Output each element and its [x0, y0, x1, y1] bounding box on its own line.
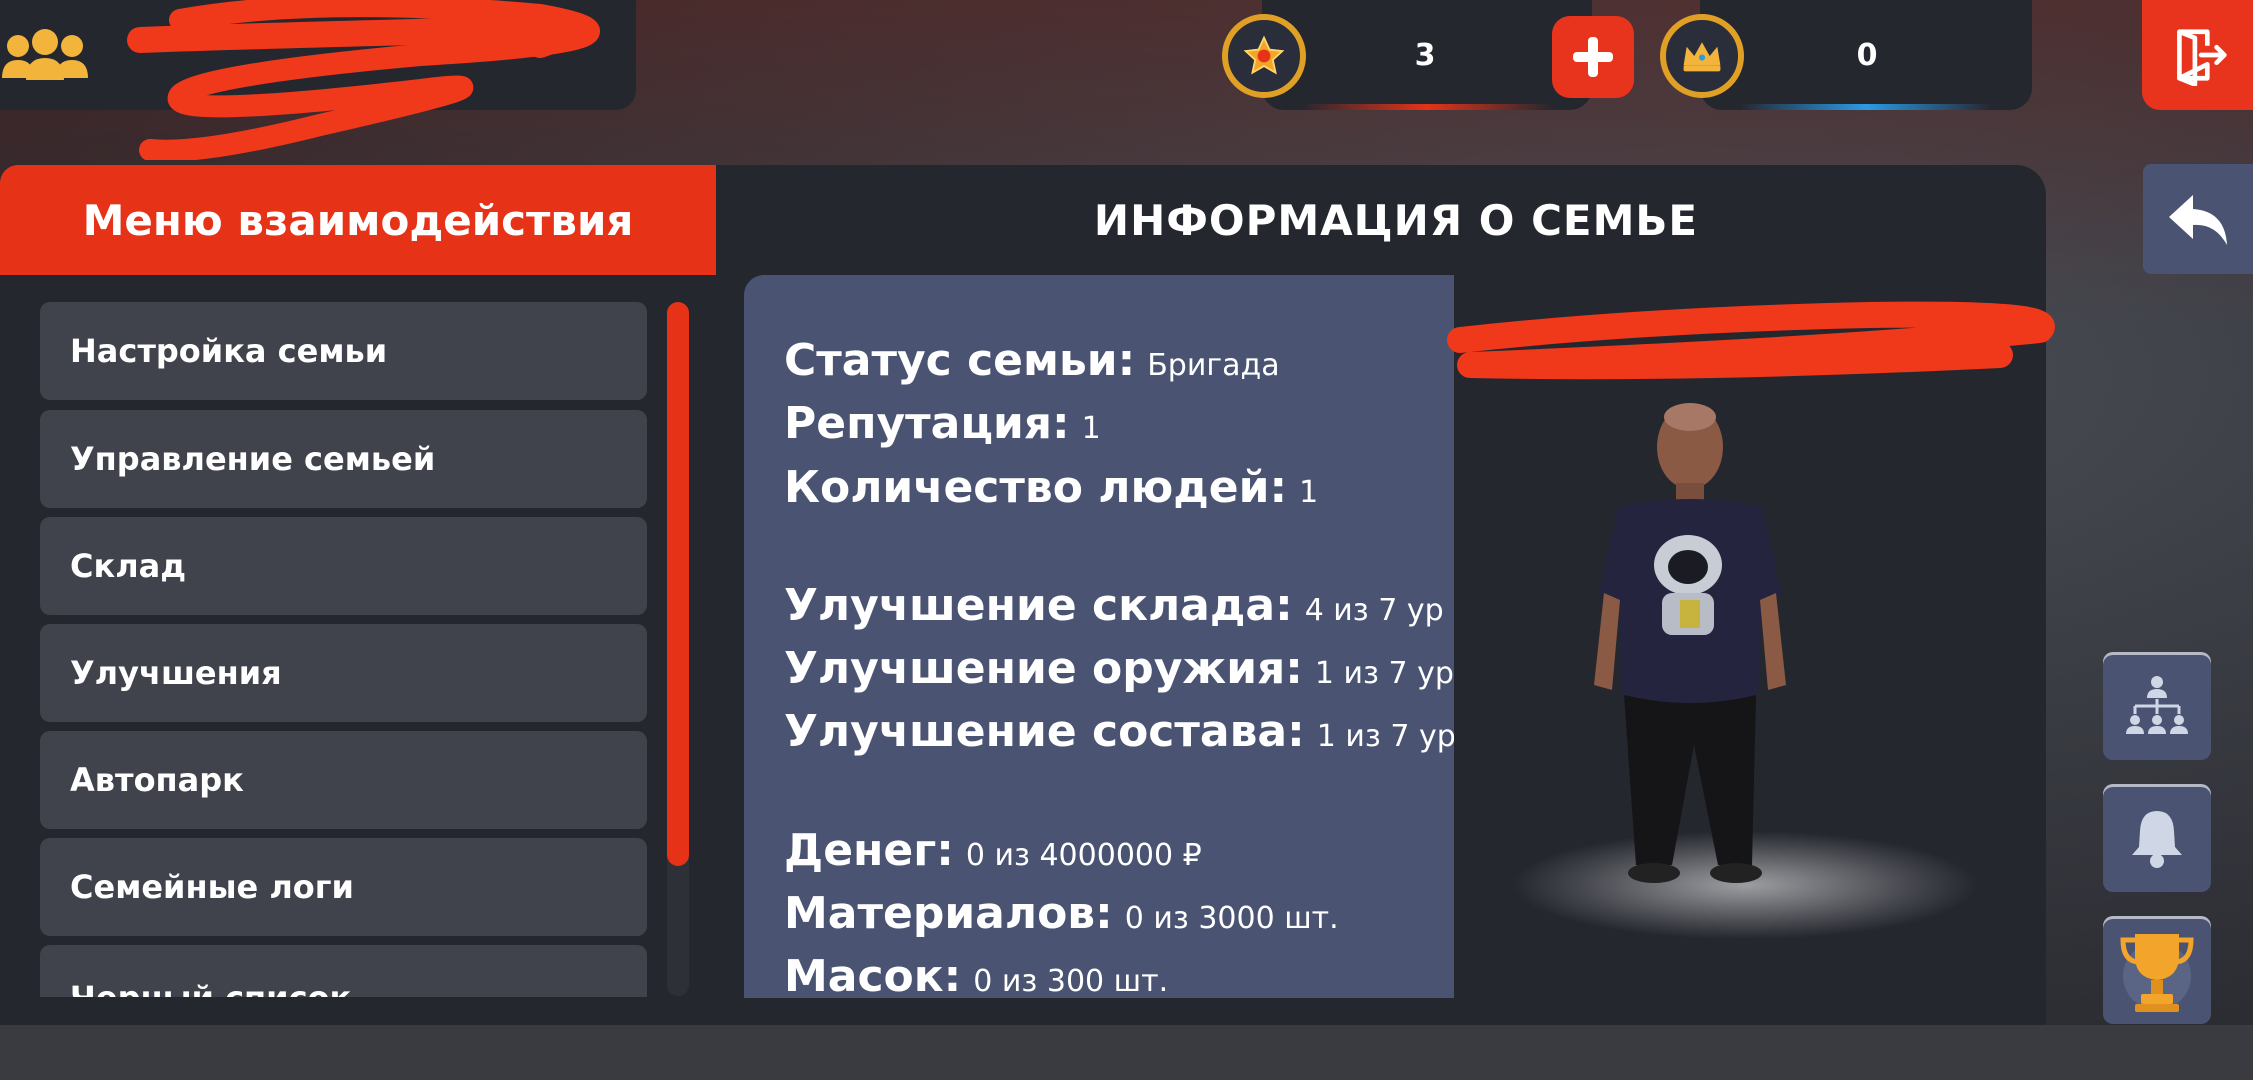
status-row: Статус семьи: Бригада	[784, 335, 1280, 386]
menu-item-family-management[interactable]: Управление семьей	[40, 410, 647, 508]
plus-icon	[1573, 37, 1613, 77]
money-row: Денег: 0 из 4000000 ₽	[784, 825, 1202, 876]
crowns-value: 0	[1856, 38, 1878, 73]
menu-item-upgrades[interactable]: Улучшения	[40, 624, 647, 722]
masks-row: Масок: 0 из 300 шт.	[784, 951, 1168, 998]
storage-upgrade-value: 4 из 7 ур	[1304, 593, 1444, 628]
menu-item-blacklist[interactable]: Черный список	[40, 945, 647, 997]
reputation-label: Репутация:	[784, 398, 1070, 449]
back-arrow-icon	[2169, 195, 2227, 245]
reputation-row: Репутация: 1	[784, 398, 1101, 449]
people-value: 1	[1299, 475, 1319, 510]
masks-label: Масок:	[784, 951, 962, 998]
star-icon	[1222, 14, 1306, 98]
people-label: Количество людей:	[784, 462, 1288, 513]
menu-item-clip: Черный список	[40, 945, 647, 997]
squad-upgrade-row: Улучшение состава: 1 из 7 ур	[784, 706, 1454, 757]
redacted-leader-name	[1447, 301, 2055, 380]
weapon-upgrade-row: Улучшение оружия: 1 из 7 ур	[784, 643, 1454, 694]
crowns-bar-glow	[1740, 104, 1992, 110]
hierarchy-icon	[2126, 676, 2188, 734]
trophy-icon	[2120, 934, 2194, 1012]
reputation-value: 1	[1081, 411, 1101, 446]
materials-label: Материалов:	[784, 888, 1113, 939]
back-button[interactable]	[2143, 164, 2253, 274]
stars-value: 3	[1414, 38, 1436, 73]
add-currency-button[interactable]	[1552, 16, 1634, 98]
info-title: ИНФОРМАЦИЯ О СЕМЬЕ	[1093, 195, 1699, 245]
floor-strip	[0, 1025, 2253, 1080]
weapon-upgrade-value: 1 из 7 ур	[1314, 656, 1454, 691]
stars-bar-glow	[1302, 104, 1552, 110]
squad-upgrade-label: Улучшение состава:	[784, 706, 1305, 757]
status-value: Бригада	[1147, 348, 1280, 383]
materials-row: Материалов: 0 из 3000 шт.	[784, 888, 1339, 939]
materials-value: 0 из 3000 шт.	[1124, 901, 1339, 936]
menu-item-garage[interactable]: Автопарк	[40, 731, 647, 829]
squad-upgrade-value: 1 из 7 ур	[1316, 719, 1454, 754]
exit-button[interactable]	[2142, 0, 2253, 110]
bell-icon	[2132, 811, 2182, 868]
exit-door-icon	[2176, 29, 2227, 86]
status-label: Статус семьи:	[784, 335, 1136, 386]
storage-upgrade-label: Улучшение склада:	[784, 580, 1293, 631]
achievements-button[interactable]	[2103, 916, 2211, 1024]
menu-scrollbar-thumb[interactable]	[667, 302, 689, 866]
menu-item-storage[interactable]: Склад	[40, 517, 647, 615]
weapon-upgrade-label: Улучшение оружия:	[784, 643, 1303, 694]
redacted-family-name	[127, 0, 600, 160]
notifications-button[interactable]	[2103, 784, 2211, 892]
family-name-block	[0, 0, 636, 160]
character-model[interactable]	[1500, 395, 1880, 905]
masks-value: 0 из 300 шт.	[973, 964, 1169, 998]
crown-icon	[1660, 14, 1744, 98]
family-stats-card: Статус семьи: Бригада Репутация: 1 Количес…	[744, 275, 1454, 998]
menu-item-family-settings[interactable]: Настройка семьи	[40, 302, 647, 400]
menu-title: Меню взаимодействия	[0, 165, 716, 275]
money-label: Денег:	[784, 825, 954, 876]
family-icon[interactable]	[0, 28, 90, 84]
money-value: 0 из 4000000 ₽	[965, 838, 1202, 873]
menu-item-family-logs[interactable]: Семейные логи	[40, 838, 647, 936]
family-hierarchy-button[interactable]	[2103, 652, 2211, 760]
storage-upgrade-row: Улучшение склада: 4 из 7 ур	[784, 580, 1444, 631]
people-row: Количество людей: 1	[784, 462, 1318, 513]
